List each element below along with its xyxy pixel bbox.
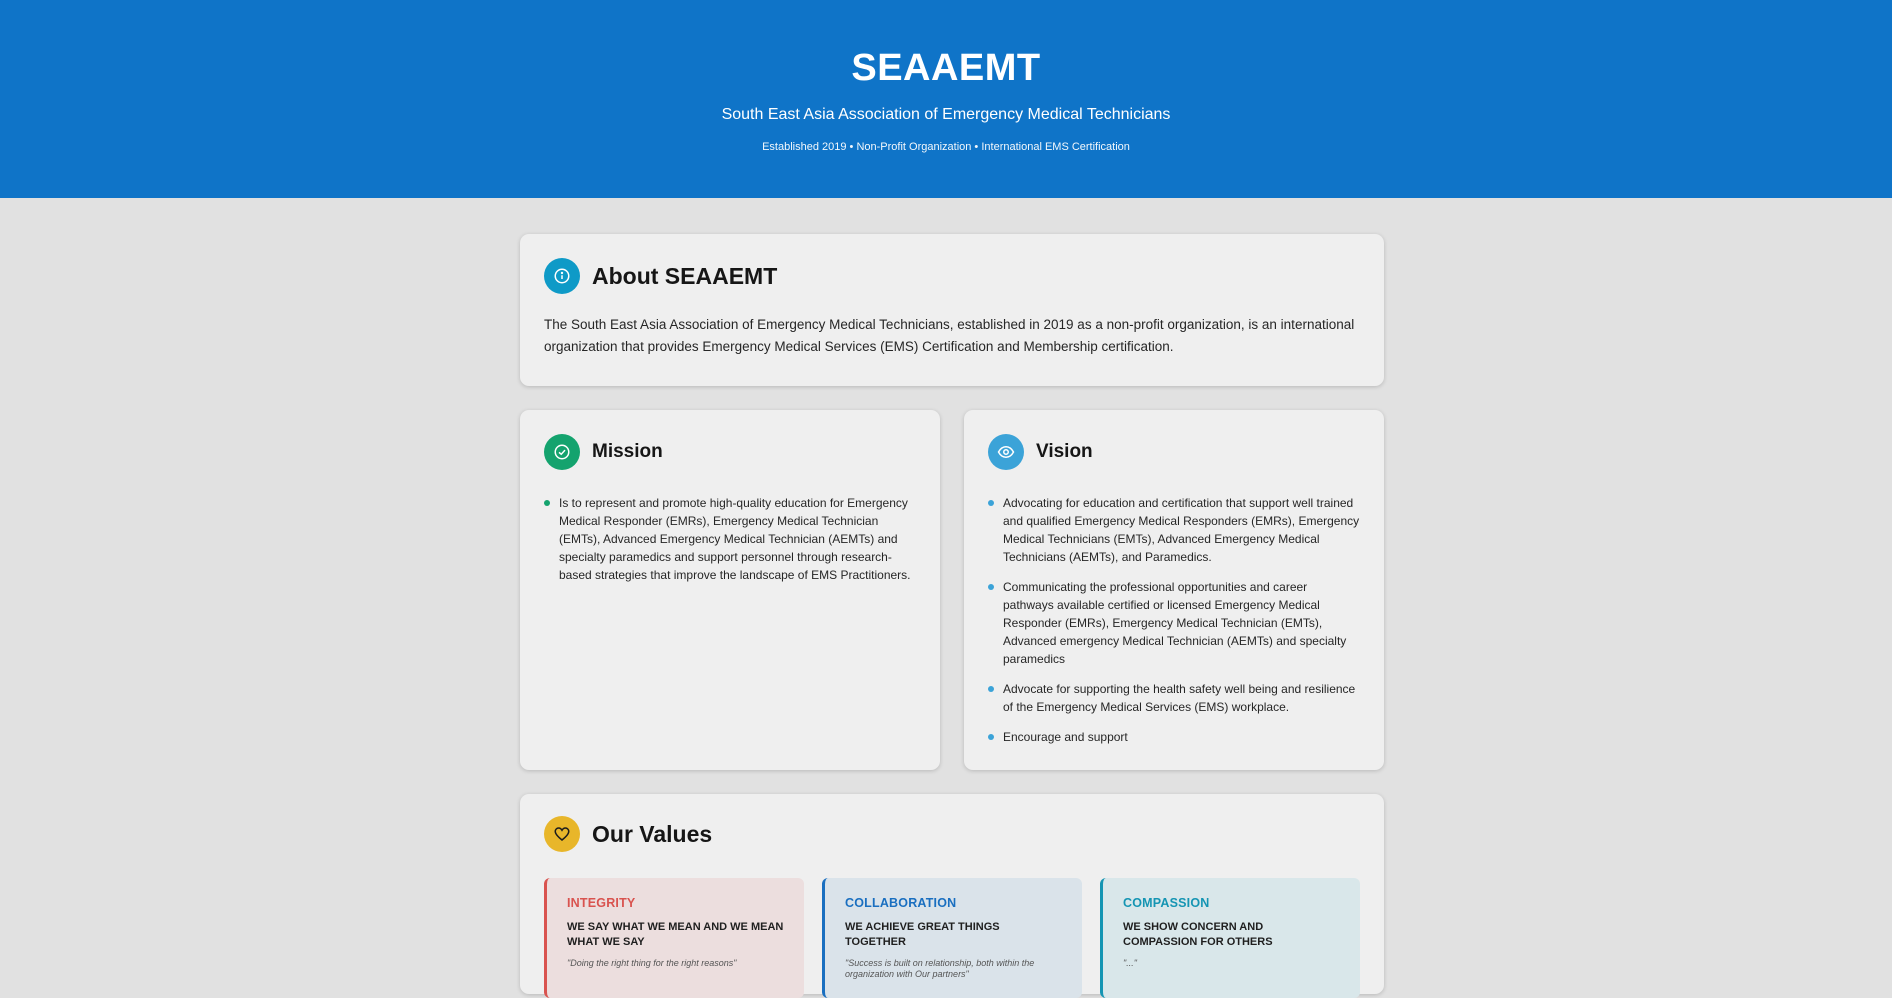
mission-vision-row: Mission Is to represent and promote high… [520,410,1384,770]
vision-item: Advocating for education and certificati… [988,494,1360,566]
info-icon [544,258,580,294]
mission-item: Is to represent and promote high-quality… [544,494,916,584]
vision-title: Vision [1036,441,1093,462]
value-tagline: WE ACHIEVE GREAT THINGS TOGETHER [845,921,1000,948]
vision-list: Advocating for education and certificati… [988,494,1360,746]
about-title: About SEAAEMT [592,262,778,289]
site-header: SEAAEMT South East Asia Association of E… [0,0,1892,198]
value-quote: "..." [1123,958,1137,968]
value-card-compassion: COMPASSION WE SHOW CONCERN AND COMPASSIO… [1100,878,1360,998]
value-name: COMPASSION [1123,896,1210,910]
vision-item: Encourage and support [988,728,1360,746]
vision-card: Vision Advocating for education and cert… [964,410,1384,770]
vision-item: Communicating the professional opportuni… [988,578,1360,668]
value-name: COLLABORATION [845,896,957,910]
vision-header: Vision [988,434,1360,470]
values-header: Our Values [544,816,1360,852]
value-tagline: WE SAY WHAT WE MEAN AND WE MEAN WHAT WE … [567,921,784,948]
mission-title: Mission [592,441,663,462]
value-quote: "Success is built on relationship, both … [845,958,1035,979]
values-title: Our Values [592,820,713,847]
main-content: About SEAAEMT The South East Asia Associ… [520,234,1384,998]
site-meta: Established 2019 • Non-Profit Organizati… [762,141,1130,153]
value-tagline: WE SHOW CONCERN AND COMPASSION FOR OTHER… [1123,921,1273,948]
mission-card: Mission Is to represent and promote high… [520,410,940,770]
values-grid: INTEGRITY WE SAY WHAT WE MEAN AND WE MEA… [544,878,1360,998]
eye-icon [988,434,1024,470]
about-card: About SEAAEMT The South East Asia Associ… [520,234,1384,386]
vision-item: Advocate for supporting the health safet… [988,680,1360,716]
values-card: Our Values INTEGRITY WE SAY WHAT WE MEAN… [520,794,1384,998]
value-quote: "Doing the right thing for the right rea… [567,958,737,968]
mission-list: Is to represent and promote high-quality… [544,494,916,584]
site-title: SEAAEMT [851,47,1041,89]
site-subtitle: South East Asia Association of Emergency… [721,106,1171,123]
about-text: The South East Asia Association of Emerg… [544,317,1355,354]
value-name: INTEGRITY [567,896,636,910]
about-header: About SEAAEMT [544,258,1360,294]
heart-icon [544,816,580,852]
value-card-collaboration: COLLABORATION WE ACHIEVE GREAT THINGS TO… [822,878,1082,998]
mission-header: Mission [544,434,916,470]
check-circle-icon [544,434,580,470]
value-card-integrity: INTEGRITY WE SAY WHAT WE MEAN AND WE MEA… [544,878,804,998]
